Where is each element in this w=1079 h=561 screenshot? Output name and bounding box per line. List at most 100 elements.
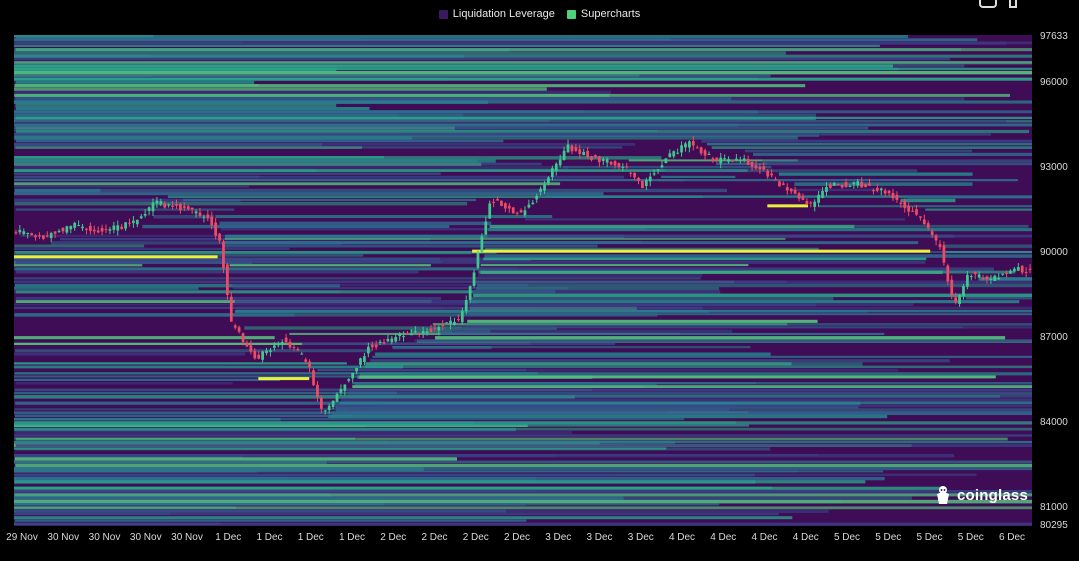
candle-down <box>895 194 899 200</box>
liquidation-band <box>14 93 1011 97</box>
liquidation-band <box>14 493 1032 497</box>
candle-up <box>1009 270 1012 274</box>
liquidation-band <box>925 208 1032 211</box>
liquidation-band <box>14 490 1032 493</box>
candle-down <box>182 206 186 208</box>
liquidation-band <box>435 336 1006 340</box>
liquidation-band <box>15 401 379 405</box>
liquidation-band <box>14 110 1032 114</box>
candle-down <box>903 200 907 209</box>
candle-down <box>637 177 640 181</box>
liquidation-band <box>15 113 817 117</box>
candle-down <box>805 201 809 205</box>
liquidation-band <box>563 165 772 169</box>
liquidation-band <box>468 313 1032 316</box>
candle-down <box>915 209 918 215</box>
candle-up <box>449 320 452 325</box>
liquidation-band <box>14 90 611 95</box>
candle-down <box>316 384 319 398</box>
liquidation-band <box>14 84 806 88</box>
candle-down <box>609 161 613 165</box>
liquidation-band <box>14 378 280 381</box>
candle-down <box>257 354 261 359</box>
candle-up <box>735 158 738 160</box>
liquidation-band <box>15 129 1030 134</box>
high-liquidity-level <box>14 255 218 259</box>
liquidation-band <box>15 208 235 211</box>
candle-up <box>331 400 335 408</box>
candle-up <box>81 226 84 229</box>
liquidation-band <box>478 267 994 271</box>
candle-down <box>625 166 629 168</box>
liquidation-band <box>347 388 1032 392</box>
candle-up <box>265 350 268 354</box>
liquidation-band <box>14 480 866 484</box>
candle-down <box>762 166 766 170</box>
candle-down <box>699 147 703 154</box>
candle-down <box>766 170 770 177</box>
liquidation-band <box>15 382 233 385</box>
candle-down <box>797 193 801 199</box>
liquidation-band <box>465 323 1033 326</box>
candle-down <box>930 231 934 235</box>
candle-up <box>464 300 468 312</box>
liquidation-band <box>484 254 1032 258</box>
liquidation-band <box>14 457 457 461</box>
liquidation-band <box>15 424 749 427</box>
candle-up <box>347 379 351 381</box>
liquidation-band <box>14 447 667 450</box>
candle-up <box>124 222 127 229</box>
liquidation-band <box>711 146 1032 149</box>
candle-down <box>758 166 762 170</box>
liquidation-band <box>15 48 1033 52</box>
liquidation-band <box>14 391 397 395</box>
candle-down <box>891 192 895 199</box>
candle-down <box>233 325 237 328</box>
candle-up <box>355 367 358 372</box>
liquidation-band <box>14 277 701 280</box>
candle-down <box>128 222 131 224</box>
liquidation-band <box>907 195 1032 199</box>
candle-up <box>582 151 586 156</box>
liquidation-band <box>440 332 885 335</box>
candle-up <box>108 229 112 231</box>
liquidation-heatmap-chart[interactable]: 97633 96000 93000 90000 87000 84000 81000 80295… <box>0 0 1079 561</box>
liquidation-band <box>14 418 685 421</box>
candle-down <box>954 297 958 303</box>
candle-down <box>163 203 167 208</box>
liquidation-band <box>14 54 1032 58</box>
candle-down <box>226 264 229 296</box>
candle-down <box>88 225 92 231</box>
liquidation-band <box>470 296 834 301</box>
x-tick-label: 4 Dec <box>751 532 777 543</box>
candle-down <box>120 226 124 230</box>
candle-down <box>214 222 218 236</box>
liquidation-band <box>340 398 1032 402</box>
candle-up <box>668 153 672 158</box>
liquidation-band <box>223 241 919 245</box>
candle-down <box>492 201 496 203</box>
liquidation-band <box>14 365 403 369</box>
candle-down <box>828 184 832 188</box>
candle-up <box>652 173 656 175</box>
candle-up <box>817 194 820 203</box>
candle-down <box>500 200 503 206</box>
candle-down <box>938 244 942 248</box>
x-tick-label: 1 Dec <box>215 532 241 543</box>
liquidation-band <box>14 506 1032 510</box>
candle-up <box>566 144 570 153</box>
x-tick-label: 2 Dec <box>421 532 447 543</box>
candle-up <box>527 204 531 208</box>
candle-up <box>425 331 429 333</box>
candle-down <box>907 205 911 212</box>
liquidation-band <box>478 270 1016 274</box>
liquidation-band <box>14 516 793 520</box>
candle-up <box>958 294 961 304</box>
candle-up <box>421 331 425 334</box>
liquidation-band <box>14 201 468 206</box>
liquidation-band <box>14 264 143 267</box>
candle-down <box>104 229 108 231</box>
candle-down <box>985 276 989 280</box>
candle-up <box>73 222 77 228</box>
liquidation-band <box>15 107 370 111</box>
